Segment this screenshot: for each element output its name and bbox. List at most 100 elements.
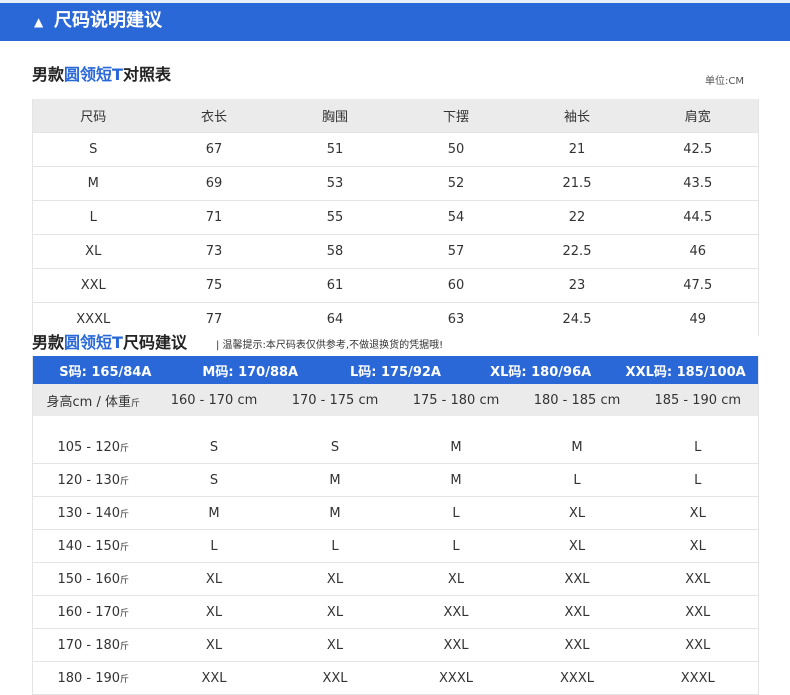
measurement-cell: 52 [395, 166, 517, 201]
recommended-size-cell: L [395, 496, 517, 530]
recommended-size-cell: XXL [516, 628, 638, 662]
size-advice-title: 男款圆领短T尺码建议 [32, 332, 187, 354]
measurement-cell: 53 [274, 166, 396, 201]
banner-title: 尺码说明建议 [54, 10, 162, 31]
weight-unit: 斤 [120, 443, 130, 454]
table-row: XXL 75 61 60 23 47.5 [32, 268, 759, 303]
measurement-cell: 67 [153, 132, 275, 167]
weight-range: 160 - 170 [57, 604, 121, 620]
measurement-cell: 21.5 [516, 166, 638, 201]
header-cell: 下摆 [395, 99, 517, 133]
size-chart-body: S 67 51 50 21 42.5 M 69 53 52 21.5 43.5 L 71 55 54 22 44.… [32, 132, 759, 336]
measurement-cell: 46 [637, 234, 759, 269]
recommended-size-cell: XXXL [395, 661, 517, 695]
measurement-cell: 73 [153, 234, 275, 269]
header-cell: 尺码 [32, 99, 154, 133]
measurement-cell: 69 [153, 166, 275, 201]
title-suffix: 尺码建议 [122, 333, 187, 352]
measurement-cell: 55 [274, 200, 396, 235]
size-label-cell: XL [32, 234, 154, 269]
measurement-cell: 54 [395, 200, 517, 235]
weight-unit: 斤 [120, 542, 130, 553]
measurement-cell: 22.5 [516, 234, 638, 269]
recommended-size-cell: M [395, 431, 517, 464]
recommended-size-cell: XL [274, 595, 396, 629]
table-row: L 71 55 54 22 44.5 [32, 200, 759, 235]
size-code-cell: S码: 165/84A [32, 356, 178, 384]
measurement-cell: 22 [516, 200, 638, 235]
recommended-size-cell: M [395, 463, 517, 497]
weight-cell: 105 - 120斤 [32, 431, 154, 464]
recommended-size-cell: L [637, 463, 759, 497]
spacer-row [33, 416, 759, 431]
section-banner: ▲ 尺码说明建议 [0, 0, 790, 41]
recommended-size-cell: XXL [516, 562, 638, 596]
recommended-size-cell: XL [395, 562, 517, 596]
measurement-cell: 43.5 [637, 166, 759, 201]
size-chart-title: 男款圆领短T对照表 [32, 64, 171, 86]
table-row: 105 - 120斤 S S M M L [32, 431, 759, 464]
measurement-cell: 24.5 [516, 302, 638, 336]
weight-cell: 130 - 140斤 [32, 496, 154, 530]
table-row: 120 - 130斤 S M M L L [32, 463, 759, 497]
weight-cell: 150 - 160斤 [32, 562, 154, 596]
recommended-size-cell: M [516, 431, 638, 464]
recommended-size-cell: XL [153, 562, 275, 596]
table-row: S 67 51 50 21 42.5 [32, 132, 759, 167]
recommended-size-cell: M [274, 496, 396, 530]
measurement-cell: 64 [274, 302, 396, 336]
weight-range: 170 - 180 [57, 637, 121, 653]
weight-unit: 斤 [120, 575, 130, 586]
header-cell: 肩宽 [637, 99, 759, 133]
recommended-size-cell: XXXL [516, 661, 638, 695]
title-prefix: 男款 [32, 333, 65, 352]
title-prefix: 男款 [32, 65, 65, 84]
weight-unit: 斤 [120, 608, 130, 619]
title-suffix: 对照表 [122, 65, 171, 84]
table-row: 180 - 190斤 XXL XXL XXXL XXXL XXXL [32, 661, 759, 695]
table-row: 140 - 150斤 L L L XL XL [32, 529, 759, 563]
header-cell: 袖长 [516, 99, 638, 133]
triangle-up-icon: ▲ [34, 15, 44, 29]
measurement-cell: 60 [395, 268, 517, 303]
weight-range: 140 - 150 [57, 538, 121, 554]
weight-range: 180 - 190 [57, 670, 121, 686]
recommended-size-cell: XL [153, 628, 275, 662]
size-code-row: S码: 165/84A M码: 170/88A L码: 175/92A XL码:… [32, 356, 759, 384]
measurement-cell: 61 [274, 268, 396, 303]
weight-range: 105 - 120 [57, 439, 121, 455]
size-label-cell: XXL [32, 268, 154, 303]
table-row: 170 - 180斤 XL XL XXL XXL XXL [32, 628, 759, 662]
table-row: 160 - 170斤 XL XL XXL XXL XXL [32, 595, 759, 629]
table-row: 150 - 160斤 XL XL XL XXL XXL [32, 562, 759, 596]
measurement-cell: 63 [395, 302, 517, 336]
measurement-cell: 77 [153, 302, 275, 336]
recommended-size-cell: S [274, 431, 396, 464]
recommended-size-cell: XXL [637, 562, 759, 596]
recommended-size-cell: L [516, 463, 638, 497]
header-cell: 衣长 [153, 99, 275, 133]
weight-unit: 斤 [120, 641, 130, 652]
weight-unit: 斤 [120, 674, 130, 685]
unit-note: 单位:CM [705, 76, 744, 87]
weight-range: 150 - 160 [57, 571, 121, 587]
corner-header-cell: 身高cm / 体重斤 [32, 384, 154, 416]
height-header-cell: 170 - 175 cm [274, 384, 396, 416]
table-row: XL 73 58 57 22.5 46 [32, 234, 759, 269]
weight-range: 130 - 140 [57, 505, 121, 521]
size-label-cell: L [32, 200, 154, 235]
corner-unit: 斤 [130, 398, 140, 409]
recommended-size-cell: M [274, 463, 396, 497]
measurement-cell: 57 [395, 234, 517, 269]
measurement-cell: 23 [516, 268, 638, 303]
recommended-size-cell: XXL [153, 661, 275, 695]
recommended-size-cell: M [153, 496, 275, 530]
weight-range: 120 - 130 [57, 472, 121, 488]
size-label-cell: M [32, 166, 154, 201]
recommended-size-cell: XXL [395, 628, 517, 662]
recommended-size-cell: L [153, 529, 275, 563]
size-advice-grid: 身高cm / 体重斤 160 - 170 cm 170 - 175 cm 175… [32, 384, 759, 695]
measurement-cell: 71 [153, 200, 275, 235]
weight-cell: 120 - 130斤 [32, 463, 154, 497]
recommended-size-cell: XXL [637, 628, 759, 662]
